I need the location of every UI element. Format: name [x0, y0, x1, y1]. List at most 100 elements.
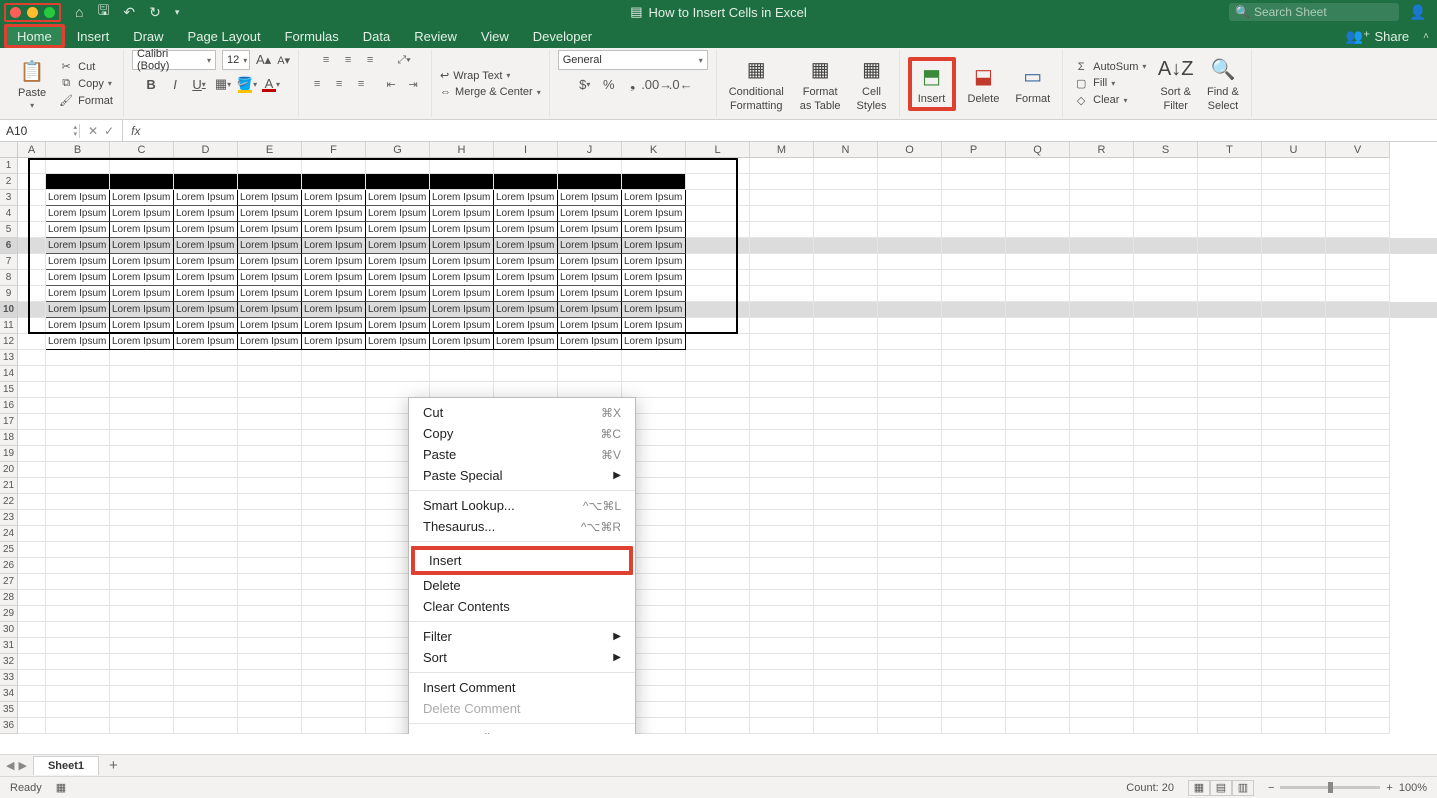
cell[interactable] — [238, 510, 302, 526]
cell[interactable] — [878, 430, 942, 446]
cell[interactable] — [942, 238, 1006, 254]
cell[interactable] — [174, 670, 238, 686]
cell[interactable] — [174, 558, 238, 574]
cell[interactable] — [1262, 430, 1326, 446]
cell[interactable]: Lorem Ipsum — [110, 334, 174, 350]
spreadsheet-grid[interactable]: ABCDEFGHIJKLMNOPQRSTUV 12345678910111213… — [0, 142, 1437, 734]
cell-styles-button[interactable]: ▦CellStyles — [853, 56, 891, 112]
cell[interactable] — [1070, 318, 1134, 334]
cell[interactable] — [750, 462, 814, 478]
cell[interactable] — [942, 222, 1006, 238]
clear-button[interactable]: ◇Clear▾ — [1071, 93, 1148, 108]
cell[interactable] — [1134, 366, 1198, 382]
cell[interactable] — [174, 494, 238, 510]
cell[interactable] — [942, 702, 1006, 718]
cell[interactable] — [174, 382, 238, 398]
cell[interactable] — [814, 366, 878, 382]
cell[interactable] — [1326, 462, 1390, 478]
cell[interactable] — [1006, 478, 1070, 494]
percent-button[interactable]: % — [599, 74, 619, 94]
cell[interactable] — [110, 574, 174, 590]
cell[interactable] — [1070, 654, 1134, 670]
column-headers[interactable]: ABCDEFGHIJKLMNOPQRSTUV — [18, 142, 1390, 158]
cell[interactable] — [1006, 302, 1070, 318]
cell[interactable] — [942, 462, 1006, 478]
col-header-T[interactable]: T — [1198, 142, 1262, 157]
cell[interactable] — [1006, 222, 1070, 238]
col-header-K[interactable]: K — [622, 142, 686, 157]
cell[interactable] — [1326, 510, 1390, 526]
cell[interactable] — [110, 558, 174, 574]
cell[interactable] — [110, 430, 174, 446]
cell[interactable] — [686, 622, 750, 638]
cell[interactable] — [1134, 702, 1198, 718]
cell[interactable] — [1070, 270, 1134, 286]
cell[interactable] — [110, 686, 174, 702]
fill-color-button[interactable]: 🪣▾ — [237, 74, 257, 94]
cut-button[interactable]: ✂Cut — [56, 59, 115, 74]
cell[interactable] — [238, 670, 302, 686]
cell[interactable] — [238, 590, 302, 606]
cell[interactable] — [18, 686, 46, 702]
cell[interactable] — [942, 526, 1006, 542]
cell[interactable] — [686, 430, 750, 446]
cell[interactable] — [814, 286, 878, 302]
font-name-select[interactable]: Calibri (Body)▾ — [132, 50, 216, 70]
tab-page-layout[interactable]: Page Layout — [176, 24, 273, 48]
cell[interactable] — [238, 638, 302, 654]
col-header-E[interactable]: E — [238, 142, 302, 157]
cell[interactable] — [1326, 174, 1390, 190]
cell[interactable] — [750, 206, 814, 222]
cell[interactable] — [1326, 670, 1390, 686]
cell[interactable] — [110, 462, 174, 478]
cell[interactable]: Lorem Ipsum — [494, 334, 558, 350]
cell[interactable] — [1070, 334, 1134, 350]
cell[interactable] — [1006, 254, 1070, 270]
ctx-smart-lookup[interactable]: Smart Lookup...^⌥⌘L — [409, 495, 635, 516]
cell[interactable] — [302, 398, 366, 414]
cell[interactable] — [302, 718, 366, 734]
cell[interactable] — [1070, 238, 1134, 254]
cell[interactable] — [814, 334, 878, 350]
cell[interactable] — [1198, 318, 1262, 334]
collapse-ribbon-icon[interactable]: ˄ — [1423, 31, 1429, 42]
copy-button[interactable]: ⧉Copy▾ — [56, 76, 115, 91]
cell[interactable] — [18, 590, 46, 606]
cell[interactable] — [46, 702, 110, 718]
row-headers[interactable]: 1234567891011121314151617181920212223242… — [0, 158, 18, 734]
cell[interactable] — [110, 414, 174, 430]
cell[interactable] — [1326, 302, 1390, 318]
cell[interactable] — [750, 430, 814, 446]
cell[interactable] — [1326, 686, 1390, 702]
cell[interactable] — [18, 638, 46, 654]
wrap-text-button[interactable]: ↩Wrap Text▾ — [440, 69, 541, 82]
cell[interactable] — [366, 350, 430, 366]
save-icon[interactable]: 🖫 — [97, 0, 109, 24]
cell[interactable] — [1070, 494, 1134, 510]
cell[interactable] — [686, 526, 750, 542]
cell[interactable] — [750, 478, 814, 494]
cell[interactable] — [1262, 574, 1326, 590]
ctx-thesaurus[interactable]: Thesaurus...^⌥⌘R — [409, 516, 635, 537]
cell[interactable] — [878, 254, 942, 270]
row-header-36[interactable]: 36 — [0, 718, 17, 734]
cell[interactable] — [46, 718, 110, 734]
view-mode-buttons[interactable]: ▦ ▤ ▥ — [1188, 780, 1254, 796]
cell[interactable] — [942, 542, 1006, 558]
cell[interactable] — [814, 350, 878, 366]
cell[interactable] — [686, 478, 750, 494]
cell[interactable] — [1262, 302, 1326, 318]
cell[interactable] — [942, 254, 1006, 270]
cell[interactable] — [1134, 430, 1198, 446]
cell[interactable] — [1006, 542, 1070, 558]
cell[interactable] — [18, 478, 46, 494]
cell[interactable] — [1134, 542, 1198, 558]
cell[interactable] — [942, 302, 1006, 318]
cell[interactable] — [1070, 254, 1134, 270]
cell[interactable] — [1198, 590, 1262, 606]
cell[interactable] — [174, 350, 238, 366]
cell[interactable] — [46, 414, 110, 430]
row-header-6[interactable]: 6 — [0, 238, 17, 254]
cell[interactable] — [814, 686, 878, 702]
cell[interactable] — [18, 510, 46, 526]
